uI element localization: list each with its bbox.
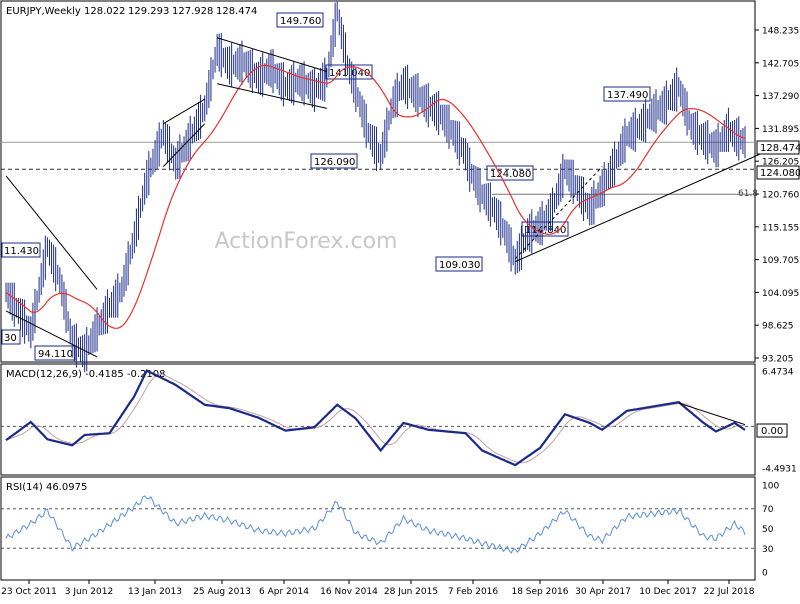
svg-text:124.080: 124.080 (490, 169, 531, 180)
date-tick-label: 22 Jul 2018 (704, 587, 755, 597)
date-tick-label: 28 Jun 2015 (384, 587, 438, 597)
rsi-tick-label: 50 (762, 525, 774, 535)
date-tick-label: 18 Sep 2016 (511, 587, 568, 597)
price-tick-label: 148.235 (762, 27, 799, 37)
macd-title: MACD(12,26,9) -0.4185 -0.2108 (6, 369, 166, 380)
swing-label-149760: 149.760 (276, 12, 324, 28)
svg-text:109.030: 109.030 (439, 260, 480, 271)
date-tick-label: 23 Oct 2011 (1, 587, 57, 597)
watermark: ActionForex.com (215, 229, 398, 254)
price-tick-label: 115.155 (762, 223, 799, 233)
swing-label-109030: 109.030 (435, 256, 483, 272)
macd-tick-label: -4.4931 (762, 465, 797, 475)
price-tick-label: 109.705 (762, 256, 799, 266)
svg-text:149.760: 149.760 (280, 16, 321, 27)
date-tick-label: 25 Aug 2013 (193, 587, 251, 597)
svg-text:11.430: 11.430 (4, 246, 39, 257)
price-tick-label: 93.205 (762, 355, 794, 365)
price-tick-label: 126.205 (762, 158, 799, 168)
swing-label-126090: 126.090 (310, 153, 358, 169)
last-price-box: 128.474 (756, 140, 800, 155)
price-tick-label: 98.625 (762, 322, 794, 332)
rsi-title: RSI(14) 46.0975 (6, 482, 87, 493)
chart-svg: ActionForex.com EURJPY,Weekly 128.022 12… (0, 0, 800, 600)
date-tick-label: 6 Apr 2014 (259, 587, 309, 597)
rsi-tick-label: 30 (762, 545, 774, 555)
svg-text:124.080: 124.080 (760, 168, 800, 179)
swing-label-11430: 11.430 (1, 242, 41, 258)
price-tick-label: 137.290 (762, 92, 799, 102)
chart-stage: ActionForex.com EURJPY,Weekly 128.022 12… (0, 0, 800, 600)
rsi-tick-label: 0 (762, 569, 768, 579)
date-tick-label: 7 Feb 2016 (448, 587, 499, 597)
date-tick-label: 3 Jun 2012 (65, 587, 113, 597)
ohlc-close: 128.474 (216, 6, 257, 17)
macd-tick-label: 6.4734 (762, 368, 794, 378)
symbol-label: EURJPY,Weekly (6, 6, 81, 17)
rsi-tick-label: 70 (762, 505, 774, 515)
date-tick-label: 10 Dec 2017 (639, 587, 697, 597)
rsi-tick-label: 100 (762, 482, 779, 492)
date-tick-label: 16 Nov 2014 (320, 587, 378, 597)
date-tick-label: 30 Apr 2017 (575, 587, 631, 597)
svg-text:30: 30 (4, 333, 17, 344)
price-tick-label: 104.095 (762, 289, 799, 299)
price-tick-label: 120.760 (762, 191, 799, 201)
svg-text:128.474: 128.474 (760, 143, 800, 154)
price-tick-label: 142.705 (762, 59, 799, 69)
macd-zero-box: 0.00 (756, 423, 788, 438)
svg-text:94.110: 94.110 (38, 349, 73, 360)
svg-text:0.00: 0.00 (761, 426, 783, 437)
ohlc-open: 128.022 (84, 6, 125, 17)
swing-label-94110: 94.110 (34, 345, 76, 361)
swing-label-30: 30 (1, 329, 21, 345)
swing-label-137490: 137.490 (603, 86, 651, 102)
ohlc-low: 127.928 (172, 6, 213, 17)
swing-label-124080: 124.080 (486, 165, 534, 181)
price-tick-label: 131.895 (762, 125, 799, 135)
date-tick-label: 13 Jan 2013 (128, 587, 182, 597)
svg-text:137.490: 137.490 (607, 90, 648, 101)
ohlc-high: 129.293 (128, 6, 169, 17)
svg-text:126.090: 126.090 (314, 157, 355, 168)
level-price-box: 124.080 (756, 165, 800, 180)
